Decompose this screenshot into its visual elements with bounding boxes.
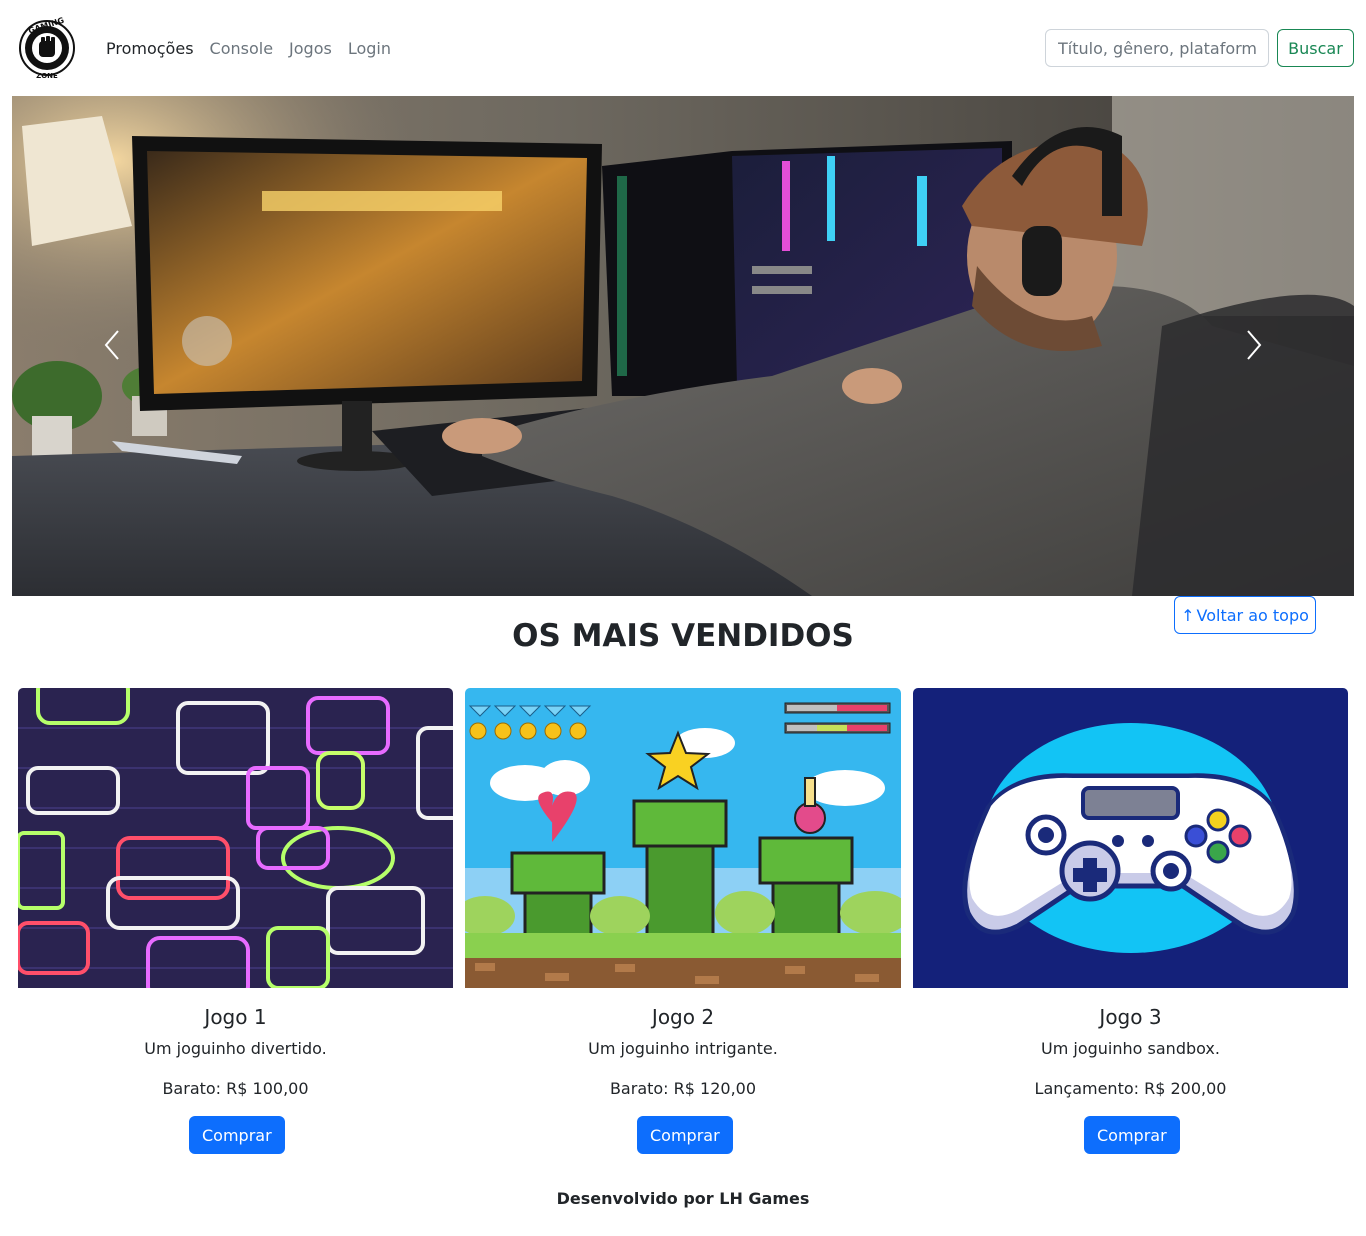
chevron-right-icon — [1246, 329, 1262, 364]
section-title: OS MAIS VENDIDOS — [512, 618, 854, 654]
buy-button[interactable]: Comprar — [637, 1116, 733, 1154]
buy-button[interactable]: Comprar — [189, 1116, 285, 1154]
nav-link-jogos[interactable]: Jogos — [289, 37, 332, 61]
nav-link-console[interactable]: Console — [210, 37, 274, 61]
arrow-up-icon: ↑ — [1181, 605, 1195, 625]
card-price: Barato: R$ 120,00 — [609, 1079, 757, 1098]
search-button[interactable]: Buscar — [1277, 29, 1354, 67]
back-to-top-label: Voltar ao topo — [1196, 605, 1309, 625]
navbar: GAMING ZONE Promoções Console Jogos Logi… — [0, 0, 1366, 96]
back-to-top-button[interactable]: ↑ Voltar ao topo — [1174, 596, 1316, 634]
card-price: Lançamento: R$ 200,00 — [1034, 1079, 1227, 1098]
product-card-2: Jogo 2 Um joguinho intrigante. Barato: R… — [465, 688, 901, 1154]
card-image-pixel-platformer[interactable] — [465, 688, 901, 988]
card-price: Barato: R$ 100,00 — [162, 1079, 309, 1098]
product-card-1: Jogo 1 Um joguinho divertido. Barato: R$… — [18, 688, 453, 1154]
nav-link-login[interactable]: Login — [348, 37, 391, 61]
card-image-gamepad[interactable] — [913, 688, 1348, 988]
card-image-neon-controllers[interactable] — [18, 688, 453, 988]
card-title: Jogo 2 — [651, 1005, 715, 1029]
search-input[interactable] — [1045, 29, 1269, 67]
card-description: Um joguinho sandbox. — [1041, 1039, 1220, 1058]
card-description: Um joguinho intrigante. — [588, 1039, 778, 1058]
carousel-prev-button[interactable] — [12, 96, 212, 596]
product-card-3: Jogo 3 Um joguinho sandbox. Lançamento: … — [913, 688, 1348, 1154]
card-title: Jogo 1 — [204, 1005, 267, 1029]
gaming-zone-logo[interactable]: GAMING ZONE — [17, 16, 77, 81]
svg-text:ZONE: ZONE — [36, 72, 58, 80]
nav-link-promocoes[interactable]: Promoções — [106, 37, 194, 61]
hero-carousel — [12, 96, 1354, 596]
buy-button[interactable]: Comprar — [1084, 1116, 1180, 1154]
hero-image-gamer-at-desk — [12, 96, 1354, 596]
nav-links: Promoções Console Jogos Login — [106, 37, 391, 61]
chevron-left-icon — [104, 329, 120, 364]
card-title: Jogo 3 — [1099, 1005, 1162, 1029]
carousel-next-button[interactable] — [1154, 96, 1354, 596]
footer-credit: Desenvolvido por LH Games — [556, 1189, 810, 1208]
card-description: Um joguinho divertido. — [144, 1039, 327, 1058]
